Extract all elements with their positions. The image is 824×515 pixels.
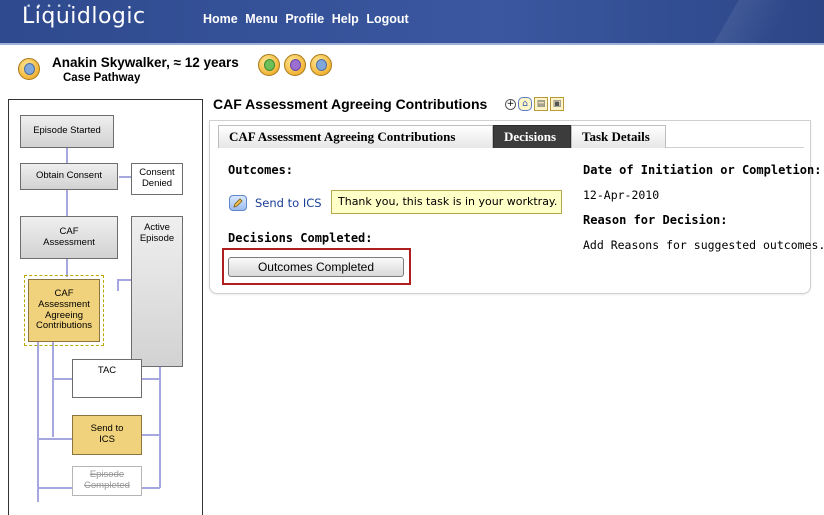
case-pathway-label: Case Pathway bbox=[63, 72, 141, 84]
node-tac[interactable]: TAC bbox=[72, 359, 142, 398]
outcomes-highlight: Outcomes Completed bbox=[222, 248, 411, 285]
worktray-notice: Thank you, this task is in your worktray… bbox=[331, 190, 562, 214]
case-icon[interactable] bbox=[310, 54, 332, 76]
connector bbox=[142, 378, 160, 380]
add-icon[interactable]: + bbox=[505, 98, 516, 110]
family-icon[interactable] bbox=[284, 54, 306, 76]
print-icon[interactable]: ▣ bbox=[550, 97, 564, 111]
case-icon[interactable] bbox=[18, 58, 40, 80]
nav-profile-link[interactable]: Profile bbox=[285, 12, 324, 26]
nav-home-link[interactable]: Home bbox=[203, 12, 238, 26]
reason-label: Reason for Decision: bbox=[583, 213, 728, 227]
connector bbox=[37, 342, 39, 502]
header-divider bbox=[0, 43, 824, 45]
outcome-row: Send to ICS bbox=[229, 192, 328, 214]
nav-logout-link[interactable]: Logout bbox=[366, 12, 408, 26]
node-caf-agreeing-contributions[interactable]: CAF Assessment Agreeing Contributions bbox=[24, 275, 104, 346]
node-send-to-ics[interactable]: Send to ICS bbox=[72, 415, 142, 455]
top-navigation-bar: • • • • • Liquidlogic Home Menu Profile … bbox=[0, 0, 824, 43]
decisions-completed-label: Decisions Completed: bbox=[228, 231, 373, 245]
app-logo: Liquidlogic bbox=[22, 4, 146, 29]
case-pathway-diagram: Episode Started Obtain Consent Consent D… bbox=[8, 99, 203, 515]
connector bbox=[119, 279, 131, 281]
connector bbox=[52, 342, 54, 437]
node-caf-assessment[interactable]: CAF Assessment bbox=[20, 216, 118, 259]
node-obtain-consent[interactable]: Obtain Consent bbox=[20, 163, 118, 190]
connector bbox=[117, 279, 119, 291]
connector bbox=[66, 259, 68, 277]
header-decoration bbox=[664, 0, 824, 43]
node-consent-denied[interactable]: Consent Denied bbox=[131, 163, 183, 195]
tab-caf-assessment[interactable]: CAF Assessment Agreeing Contributions bbox=[218, 125, 493, 148]
connector bbox=[142, 487, 160, 489]
page-title: CAF Assessment Agreeing Contributions bbox=[213, 96, 488, 112]
home-icon[interactable]: ⌂ bbox=[518, 97, 532, 111]
date-value: 12-Apr-2010 bbox=[583, 188, 660, 202]
tab-task-details[interactable]: Task Details bbox=[571, 125, 666, 148]
connector bbox=[52, 378, 72, 380]
title-toolbar: + ⌂ ▤ ▣ bbox=[505, 95, 564, 113]
connector bbox=[37, 487, 72, 489]
pencil-icon[interactable] bbox=[229, 195, 247, 211]
user-icon[interactable] bbox=[258, 54, 280, 76]
connector bbox=[66, 148, 68, 163]
document-icon[interactable]: ▤ bbox=[534, 97, 548, 111]
tab-decisions[interactable]: Decisions bbox=[493, 125, 571, 148]
main-nav: Home Menu Profile Help Logout bbox=[203, 12, 413, 26]
tab-bar: CAF Assessment Agreeing Contributions De… bbox=[218, 125, 804, 148]
patient-name: Anakin Skywalker, ≈ 12 years bbox=[52, 55, 239, 70]
node-episode-started[interactable]: Episode Started bbox=[20, 115, 114, 148]
connector bbox=[66, 190, 68, 216]
send-to-ics-link[interactable]: Send to ICS bbox=[255, 196, 322, 210]
connector bbox=[119, 176, 131, 178]
outcomes-completed-button[interactable]: Outcomes Completed bbox=[228, 257, 404, 277]
nav-menu-link[interactable]: Menu bbox=[245, 12, 278, 26]
nav-help-link[interactable]: Help bbox=[332, 12, 359, 26]
reason-value: Add Reasons for suggested outcomes...... bbox=[583, 238, 824, 252]
node-active-episode[interactable]: Active Episode bbox=[131, 216, 183, 367]
connector bbox=[142, 434, 160, 436]
outcomes-label: Outcomes: bbox=[228, 163, 294, 177]
date-label: Date of Initiation or Completion: bbox=[583, 163, 822, 177]
node-episode-completed[interactable]: Episode Completed bbox=[72, 466, 142, 496]
connector bbox=[37, 438, 72, 440]
